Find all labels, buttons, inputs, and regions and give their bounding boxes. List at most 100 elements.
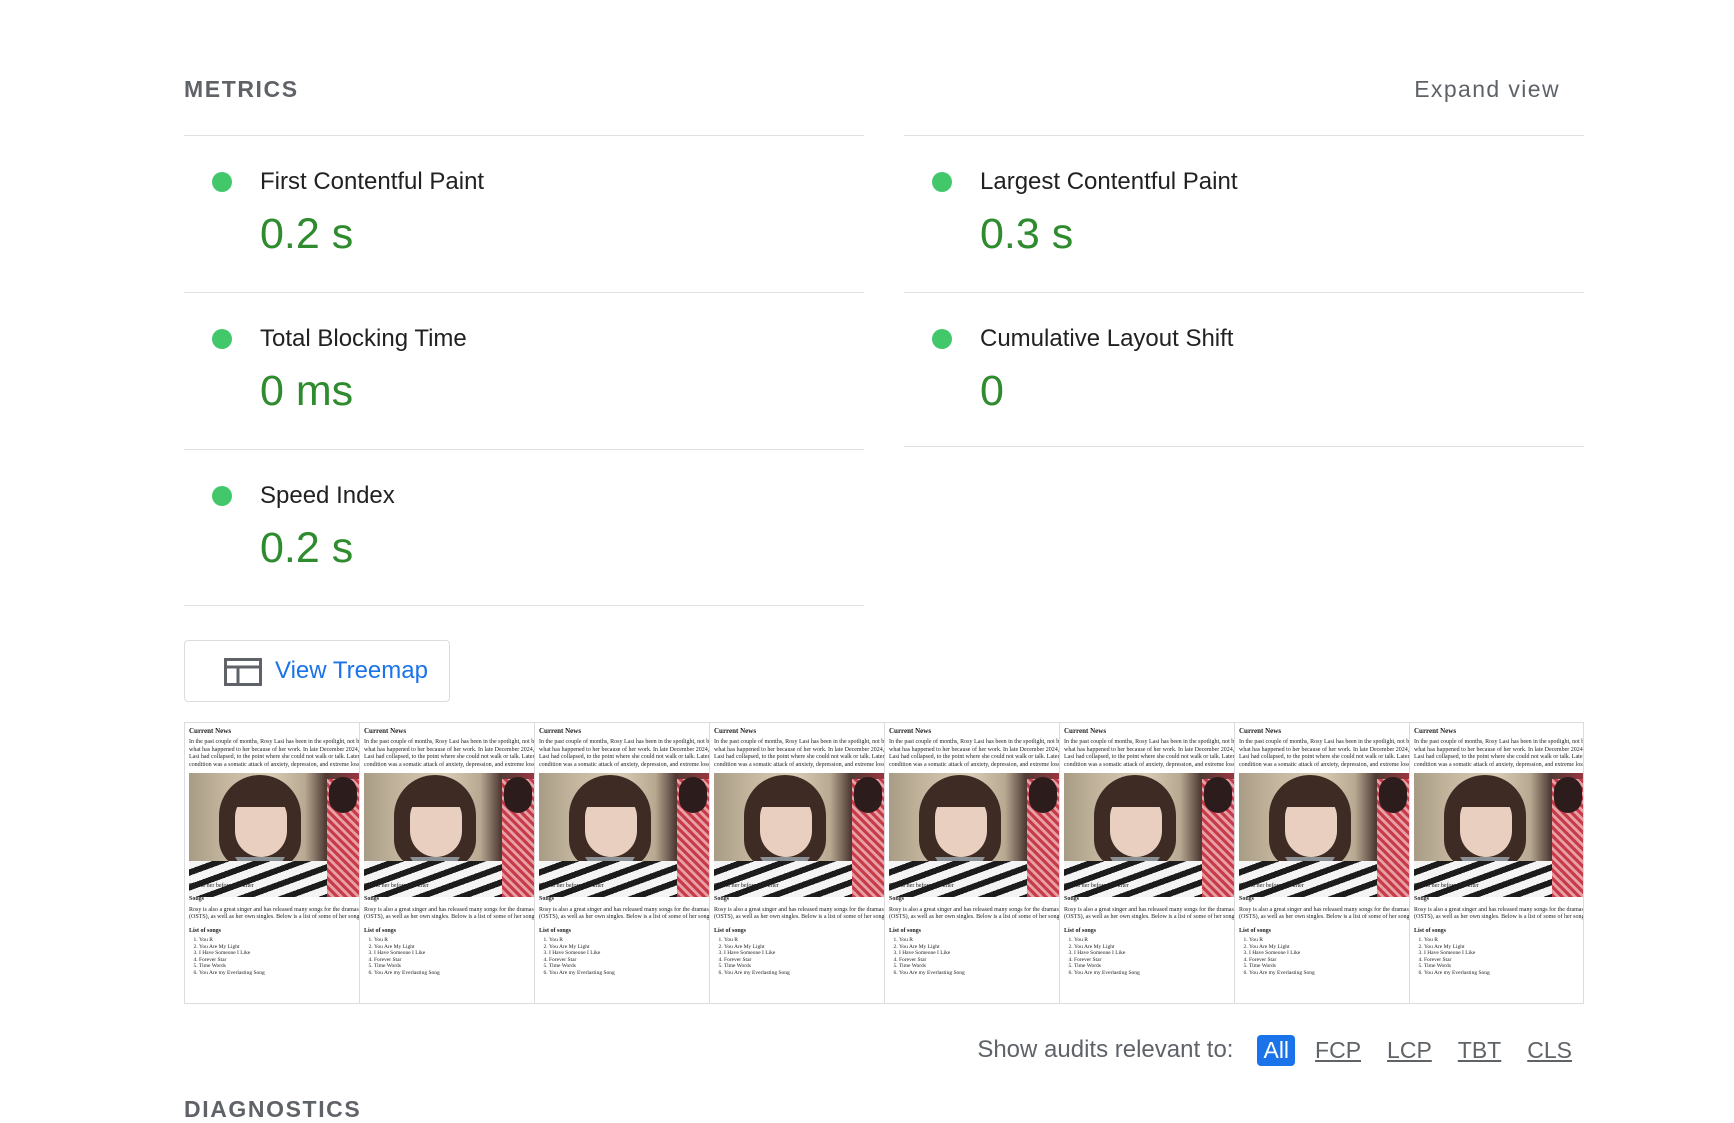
frame-paragraph-line: condition was a somatic attack of anxiet… xyxy=(364,761,535,768)
metric-title: Total Blocking Time xyxy=(260,325,467,352)
frame-song-item: You Are my Everlasting Song xyxy=(1424,970,1490,977)
frame-list-heading: List of songs xyxy=(189,928,222,934)
filter-tbt[interactable]: TBT xyxy=(1452,1035,1507,1066)
frame-paragraph-line: Lasi had collapsed, to the point where s… xyxy=(1414,754,1584,760)
frame-photo xyxy=(189,773,359,897)
treemap-icon xyxy=(224,658,262,686)
frame-paragraph-line: condition was a somatic attack of anxiet… xyxy=(1064,761,1235,768)
frame-songs-line: (OSTS), as well as her own singles. Belo… xyxy=(889,914,1060,920)
frame-songs-line: (OSTS), as well as her own singles. Belo… xyxy=(714,914,885,920)
frame-photo xyxy=(714,773,884,897)
frame-caption: This is her before and after xyxy=(1414,883,1479,889)
frame-caption: This is her before and after xyxy=(539,883,604,889)
frame-paragraph-line: In the past couple of months, Rosy Lasi … xyxy=(189,739,360,745)
filmstrip-frame: Current News In the past couple of months… xyxy=(1060,723,1235,1003)
frame-paragraph-line: Lasi had collapsed, to the point where s… xyxy=(1064,754,1235,760)
frame-paragraph-line: what has happened to her because of her … xyxy=(539,746,710,753)
expand-view-toggle[interactable]: Expand view xyxy=(1414,76,1560,103)
filter-lcp[interactable]: LCP xyxy=(1381,1035,1438,1066)
metric-title: Speed Index xyxy=(260,482,395,509)
photo-bangs xyxy=(1106,785,1166,807)
frame-songs-line: (OSTS), as well as her own singles. Belo… xyxy=(1414,914,1584,920)
photo-person2-head xyxy=(1204,777,1232,813)
frame-song-list: You RYou Are My LightI Have Someone I Li… xyxy=(1410,937,1490,976)
frame-songs-paragraph: Rosy is also a great singer and has rele… xyxy=(539,907,710,921)
frame-paragraph-line: what has happened to her because of her … xyxy=(714,746,885,753)
photo-person2-head xyxy=(504,777,532,813)
frame-photo xyxy=(364,773,534,897)
frame-song-item: You Are my Everlasting Song xyxy=(1074,970,1140,977)
frame-paragraph-line: Lasi had collapsed, to the point where s… xyxy=(714,754,885,760)
view-treemap-button[interactable]: View Treemap xyxy=(184,640,450,702)
frame-paragraph-line: condition was a somatic attack of anxiet… xyxy=(1414,761,1584,768)
frame-paragraph: In the past couple of months, Rosy Lasi … xyxy=(1239,739,1410,769)
filter-all[interactable]: All xyxy=(1257,1034,1296,1066)
photo-sweater xyxy=(889,861,1029,897)
frame-paragraph-line: what has happened to her because of her … xyxy=(1414,746,1584,753)
metric-value: 0 ms xyxy=(260,367,354,415)
frame-photo xyxy=(1064,773,1234,897)
frame-paragraph-line: In the past couple of months, Rosy Lasi … xyxy=(889,739,1060,745)
frame-paragraph-line: In the past couple of months, Rosy Lasi … xyxy=(1239,739,1410,745)
photo-bangs xyxy=(406,785,466,807)
filmstrip-frame: Current News In the past couple of months… xyxy=(1235,723,1410,1003)
metric-value: 0 xyxy=(980,367,1004,415)
filmstrip-frame: Current News In the past couple of months… xyxy=(885,723,1060,1003)
metrics-title: METRICS xyxy=(184,76,299,102)
photo-person2-head xyxy=(854,777,882,813)
frame-songs-heading: Songs xyxy=(1414,896,1430,902)
frame-songs-line: (OSTS), as well as her own singles. Belo… xyxy=(539,914,710,920)
frame-paragraph-line: condition was a somatic attack of anxiet… xyxy=(1239,761,1410,768)
frame-paragraph: In the past couple of months, Rosy Lasi … xyxy=(714,739,885,769)
photo-bangs xyxy=(1281,785,1341,807)
frame-songs-line: Rosy is also a great singer and has rele… xyxy=(364,907,534,913)
photo-sweater xyxy=(539,861,679,897)
metrics-header: METRICS Expand view xyxy=(184,76,1584,106)
frame-paragraph-line: what has happened to her because of her … xyxy=(1239,746,1410,753)
frame-songs-heading: Songs xyxy=(1239,896,1255,902)
frame-songs-paragraph: Rosy is also a great singer and has rele… xyxy=(1414,907,1584,921)
frame-paragraph-line: condition was a somatic attack of anxiet… xyxy=(889,761,1060,768)
frame-songs-line: (OSTS), as well as her own singles. Belo… xyxy=(189,914,360,920)
frame-paragraph-line: In the past couple of months, Rosy Lasi … xyxy=(714,739,885,745)
frame-paragraph: In the past couple of months, Rosy Lasi … xyxy=(539,739,710,769)
frame-paragraph-line: Lasi had collapsed, to the point where s… xyxy=(539,754,710,760)
frame-paragraph-line: condition was a somatic attack of anxiet… xyxy=(714,761,885,768)
metric-largest-contentful-paint: Largest Contentful Paint 0.3 s xyxy=(904,135,1584,292)
frame-heading: Current News xyxy=(1239,727,1282,735)
frame-songs-line: Rosy is also a great singer and has rele… xyxy=(889,907,1059,913)
diagnostics-title: DIAGNOSTICS xyxy=(184,1096,362,1122)
frame-paragraph: In the past couple of months, Rosy Lasi … xyxy=(1414,739,1584,769)
frame-paragraph-line: In the past couple of months, Rosy Lasi … xyxy=(539,739,710,745)
frame-songs-paragraph: Rosy is also a great singer and has rele… xyxy=(1239,907,1409,921)
frame-paragraph: In the past couple of months, Rosy Lasi … xyxy=(889,739,1060,769)
pass-status-icon xyxy=(212,486,232,506)
frame-song-item: You Are my Everlasting Song xyxy=(724,970,790,977)
photo-bangs xyxy=(931,785,991,807)
frame-paragraph-line: Lasi had collapsed, to the point where s… xyxy=(889,754,1060,760)
frame-list-heading: List of songs xyxy=(1414,928,1447,934)
photo-sweater xyxy=(714,861,854,897)
frame-caption: This is her before and after xyxy=(189,883,254,889)
metric-value: 0.2 s xyxy=(260,210,354,258)
frame-song-list: You RYou Are My LightI Have Someone I Li… xyxy=(185,937,265,976)
photo-person2-head xyxy=(1554,777,1582,813)
frame-list-heading: List of songs xyxy=(1064,928,1097,934)
photo-person2-head xyxy=(329,777,357,813)
frame-paragraph-line: condition was a somatic attack of anxiet… xyxy=(189,761,360,768)
frame-songs-line: Rosy is also a great singer and has rele… xyxy=(539,907,709,913)
filter-cls[interactable]: CLS xyxy=(1521,1035,1578,1066)
frame-paragraph-line: In the past couple of months, Rosy Lasi … xyxy=(1064,739,1235,745)
frame-songs-line: Rosy is also a great singer and has rele… xyxy=(189,907,359,913)
frame-caption: This is her before and after xyxy=(364,883,429,889)
frame-songs-heading: Songs xyxy=(714,896,730,902)
frame-song-item: You Are my Everlasting Song xyxy=(199,970,265,977)
view-treemap-label: View Treemap xyxy=(275,657,428,684)
frame-songs-heading: Songs xyxy=(889,896,905,902)
filter-fcp[interactable]: FCP xyxy=(1309,1035,1367,1066)
frame-paragraph-line: what has happened to her because of her … xyxy=(1064,746,1235,753)
frame-heading: Current News xyxy=(889,727,932,735)
photo-bangs xyxy=(756,785,816,807)
photo-person2-head xyxy=(679,777,707,813)
frame-paragraph: In the past couple of months, Rosy Lasi … xyxy=(1064,739,1235,769)
